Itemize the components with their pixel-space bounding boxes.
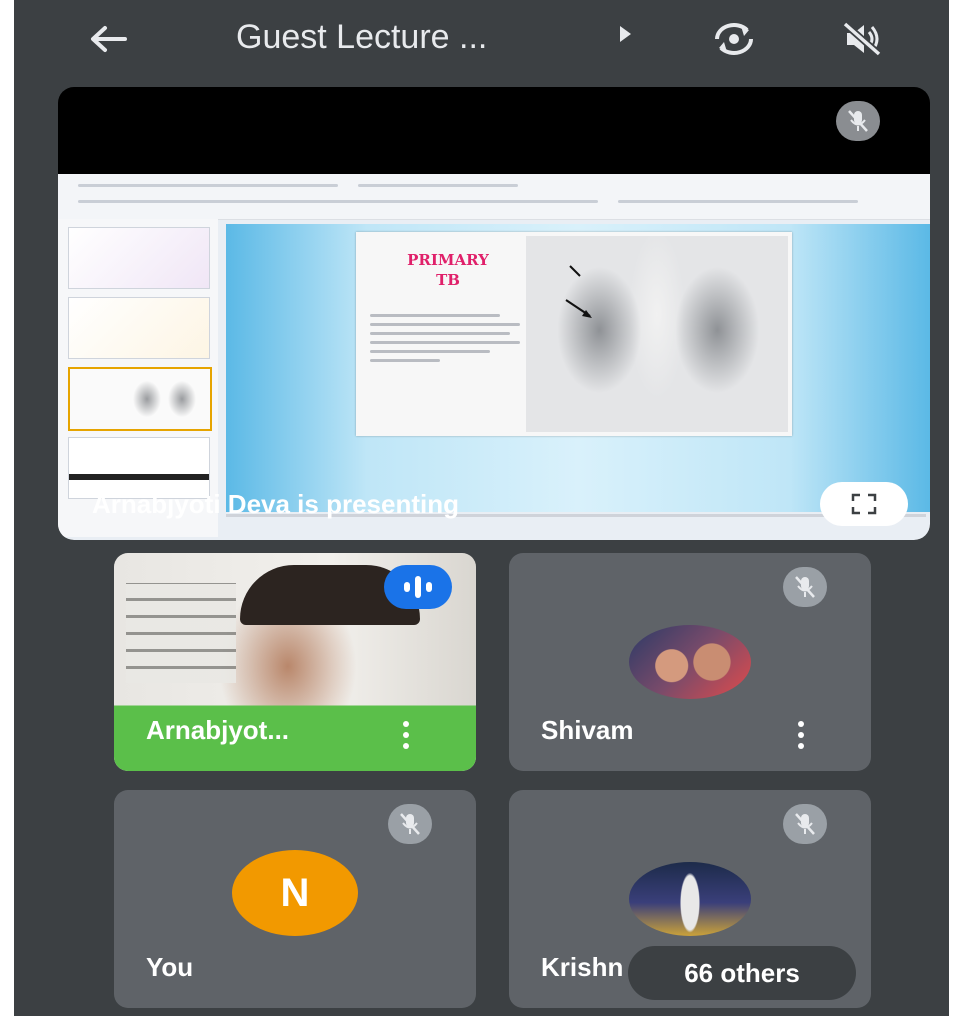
mic-off-icon	[795, 576, 815, 598]
slide-thumbnail[interactable]	[68, 227, 210, 289]
mic-off-badge	[783, 804, 827, 844]
fullscreen-button[interactable]	[820, 482, 908, 526]
presenting-label: Arnabjyoti Deva is presenting	[92, 489, 459, 519]
fullscreen-icon	[851, 493, 877, 515]
meeting-title[interactable]: Guest Lecture ...	[236, 18, 487, 57]
shared-screen: PRIMARY TB	[58, 174, 930, 540]
speaking-indicator-icon	[384, 565, 452, 609]
slide-title: PRIMARY TB	[407, 251, 489, 289]
mic-off-badge	[388, 804, 432, 844]
more-options-icon[interactable]	[795, 721, 807, 749]
avatar	[629, 625, 751, 699]
presentation-tile[interactable]: PRIMARY TB Arnabjyoti Deva is presenting	[58, 87, 930, 540]
mic-off-badge	[836, 101, 880, 141]
top-bar: Guest Lecture ...	[14, 0, 949, 80]
slide-canvas: PRIMARY TB	[226, 224, 930, 512]
more-options-icon[interactable]	[400, 721, 412, 749]
speaker-button[interactable]	[832, 14, 892, 64]
others-count-button[interactable]: 66 others	[628, 946, 856, 1000]
participant-name: Krishn	[541, 952, 624, 982]
chest-xray-image	[526, 236, 788, 432]
caret-right-icon[interactable]	[620, 26, 631, 42]
slide-thumbnail-selected[interactable]	[68, 367, 212, 431]
slide-body-text	[370, 314, 520, 368]
mic-off-badge	[783, 567, 827, 607]
participant-name: Shivam	[541, 715, 634, 745]
participant-tile-shivam[interactable]: Shivam	[509, 553, 871, 771]
speaker-off-icon	[842, 21, 882, 57]
mic-off-icon	[848, 110, 868, 132]
back-button[interactable]	[78, 14, 138, 64]
avatar	[629, 862, 751, 936]
meet-screen: Guest Lecture ... PRIMARY TB Arnabjyoti …	[14, 0, 949, 1016]
participant-name: You	[146, 952, 194, 982]
arrow-left-icon	[91, 26, 127, 52]
ppt-ribbon	[58, 174, 930, 220]
switch-camera-icon	[715, 23, 753, 55]
participant-tile-arnabjyoti[interactable]: Arnabjyot...	[114, 553, 476, 771]
slide-thumbnail[interactable]	[68, 297, 210, 359]
video-background-board	[126, 583, 236, 683]
mic-off-icon	[400, 813, 420, 835]
participant-name: Arnabjyot...	[146, 715, 290, 745]
current-slide: PRIMARY TB	[356, 232, 792, 436]
mic-off-icon	[795, 813, 815, 835]
participant-tile-you[interactable]: N You	[114, 790, 476, 1008]
switch-camera-button[interactable]	[704, 14, 764, 64]
avatar: N	[232, 850, 358, 936]
